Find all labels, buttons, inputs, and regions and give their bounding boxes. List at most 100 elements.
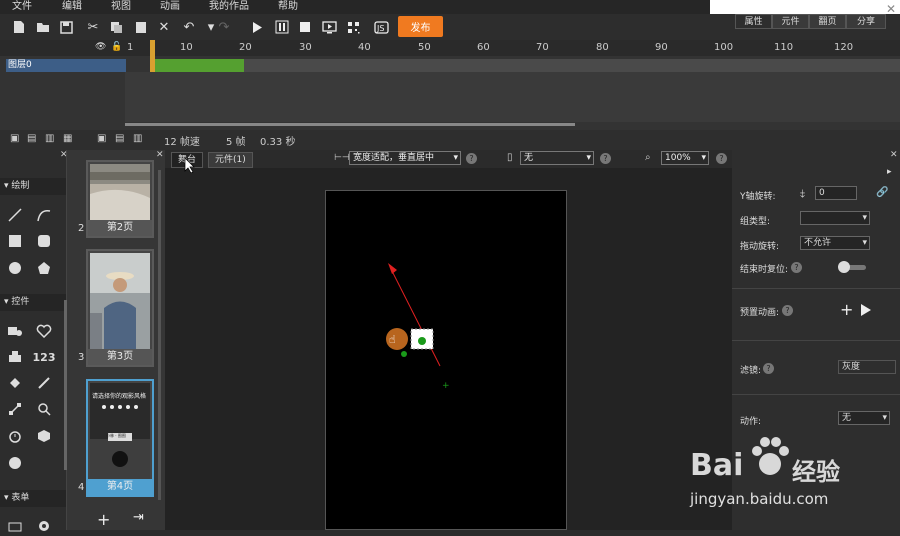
add-animation-icon[interactable]: + <box>840 300 853 319</box>
open-folder-icon[interactable] <box>32 14 54 40</box>
rectangle-tool-icon[interactable] <box>4 230 26 252</box>
frame-tool-icon[interactable]: ▣ <box>97 133 106 144</box>
qrcode-icon[interactable] <box>342 14 364 40</box>
keyframe-span[interactable] <box>152 59 244 72</box>
play-animation-icon[interactable] <box>860 303 872 317</box>
publish-button[interactable]: 发布 <box>398 16 443 37</box>
phone-icon: ▯ <box>507 152 513 163</box>
heart-icon[interactable] <box>33 320 55 342</box>
cut-icon[interactable]: ✂ <box>82 14 104 40</box>
add-page-icon[interactable]: + <box>97 510 110 529</box>
action-select[interactable]: 无 ▾ <box>838 411 890 425</box>
more-tabs-icon[interactable]: ▸ <box>887 167 892 177</box>
zoom-select[interactable]: 100% ▾ <box>661 151 709 165</box>
copy-icon[interactable] <box>105 14 127 40</box>
paint-icon[interactable] <box>4 372 26 394</box>
tab-pageturn[interactable]: 翻页 <box>809 14 846 29</box>
help-icon[interactable]: ? <box>763 363 774 374</box>
help-icon[interactable]: ? <box>782 305 793 316</box>
delete-icon[interactable]: ✕ <box>153 14 175 40</box>
pages-close-icon[interactable]: ✕ <box>156 150 164 160</box>
delete-layer-icon[interactable]: ▥ <box>45 133 54 144</box>
motion-path-line <box>390 268 441 367</box>
reset-toggle-knob[interactable] <box>838 261 850 273</box>
circle-tool-icon[interactable] <box>4 257 26 279</box>
tab-share[interactable]: 分享 <box>846 14 886 29</box>
add-layer-icon[interactable]: ▣ <box>10 133 19 144</box>
y-rotate-input[interactable]: 0 <box>815 186 857 200</box>
pages-scrollbar[interactable] <box>158 170 161 500</box>
link-icon[interactable]: 🔗 <box>876 187 888 198</box>
preview-icon[interactable] <box>318 14 340 40</box>
eye-icon[interactable]: 👁 <box>95 42 106 52</box>
help-icon[interactable]: ? <box>466 153 477 164</box>
curve-tool-icon[interactable] <box>33 204 55 226</box>
touch-control-icon[interactable] <box>4 320 26 342</box>
polygon-tool-icon[interactable] <box>33 257 55 279</box>
timer-icon[interactable] <box>4 425 26 447</box>
connector-icon[interactable] <box>4 398 26 420</box>
group-type-select[interactable]: ▾ <box>800 211 870 225</box>
line-tool-icon[interactable] <box>4 204 26 226</box>
section-controls[interactable]: ▾ 控件 <box>0 294 66 311</box>
device-value: 无 <box>524 153 534 163</box>
drag-rotate-select[interactable]: 不允许 ▾ <box>800 236 870 250</box>
add-folder-icon[interactable]: ▤ <box>27 133 36 144</box>
redo-icon[interactable]: ↷ <box>213 14 235 40</box>
playhead[interactable] <box>150 40 155 72</box>
lock-icon[interactable]: 🔓 <box>111 42 122 52</box>
fit-mode-select[interactable]: 宽度适配，垂直居中 ▾ <box>349 151 461 165</box>
menu-my-works[interactable]: 我的作品 <box>209 0 249 14</box>
filter-label: 滤镜: <box>740 366 762 376</box>
baidu-watermark: Bai 经验 jingyan.baidu.com <box>690 432 890 522</box>
page-thumb-2[interactable]: 第2页 <box>86 160 154 238</box>
stage-canvas[interactable]: ☝ + <box>325 190 567 530</box>
play-icon[interactable] <box>246 14 268 40</box>
search-zoom-icon[interactable] <box>33 398 55 420</box>
form-input-icon[interactable] <box>4 514 26 536</box>
js-code-icon[interactable]: JS <box>370 14 392 40</box>
cube-icon[interactable] <box>33 425 55 447</box>
ruler-tick: 100 <box>714 42 734 53</box>
number-icon[interactable]: 123 <box>33 346 56 368</box>
tab-properties[interactable]: 属性 <box>735 14 772 29</box>
filter-select[interactable]: 灰度 <box>838 360 896 374</box>
print-icon[interactable] <box>4 346 26 368</box>
save-icon[interactable] <box>55 14 77 40</box>
drag-rotate-value: 不允许 <box>804 238 832 248</box>
import-page-icon[interactable]: ⇥ <box>133 510 144 525</box>
page-number: 3 <box>78 352 85 363</box>
rounded-rect-tool-icon[interactable] <box>33 230 55 252</box>
menu-help[interactable]: 帮助 <box>278 0 298 14</box>
radio-icon[interactable] <box>33 514 55 536</box>
frame-tool-icon[interactable]: ▥ <box>133 133 142 144</box>
wand-icon[interactable] <box>33 372 55 394</box>
pause-icon[interactable] <box>271 14 293 40</box>
properties-close-icon[interactable]: ✕ <box>890 150 898 160</box>
new-file-icon[interactable] <box>8 14 30 40</box>
undo-icon[interactable]: ↶ <box>178 14 200 40</box>
page-thumb-3[interactable]: 第3页 <box>86 249 154 367</box>
menu-edit[interactable]: 编辑 <box>62 0 82 14</box>
tab-components[interactable]: 元件 <box>772 14 809 29</box>
layer-row[interactable]: 图层0 <box>6 59 126 72</box>
help-icon[interactable]: ? <box>716 153 727 164</box>
menu-file[interactable]: 文件 <box>12 0 32 14</box>
empty-frames[interactable] <box>244 59 900 72</box>
menu-animation[interactable]: 动画 <box>160 0 180 14</box>
help-icon[interactable]: ? <box>791 262 802 273</box>
globe-icon[interactable] <box>4 452 26 474</box>
trash-icon[interactable]: ▦ <box>63 133 72 144</box>
stop-icon[interactable] <box>294 14 316 40</box>
section-forms[interactable]: ▾ 表单 <box>0 490 66 507</box>
help-icon[interactable]: ? <box>600 153 611 164</box>
paste-icon[interactable] <box>130 14 152 40</box>
page-thumb-4[interactable]: 请选择你的观影风格 小林 · 图图 第4页 <box>86 379 154 497</box>
timeline-scrollbar[interactable] <box>125 123 575 126</box>
frame-tool-icon[interactable]: ▤ <box>115 133 124 144</box>
section-draw[interactable]: ▾ 绘制 <box>0 178 66 195</box>
menu-view[interactable]: 视图 <box>111 0 131 14</box>
frame-count: 5 帧 <box>226 137 246 148</box>
tab-symbols[interactable]: 元件(1) <box>208 152 253 168</box>
device-select[interactable]: 无 ▾ <box>520 151 594 165</box>
